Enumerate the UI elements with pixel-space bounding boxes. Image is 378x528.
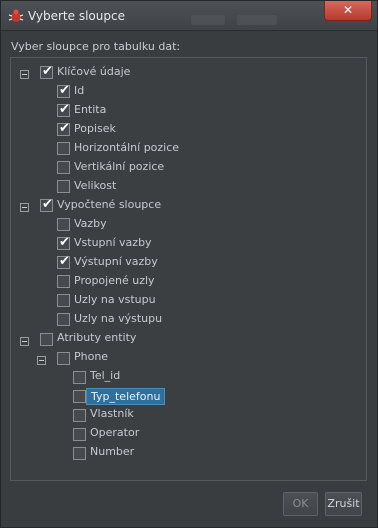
item-checkbox[interactable] bbox=[57, 120, 70, 138]
item-label: Popisek bbox=[74, 122, 116, 135]
selected-item-label[interactable]: Typ_telefonu bbox=[86, 388, 166, 405]
cancel-button[interactable]: Zrušit bbox=[325, 492, 362, 516]
item-label: Operator bbox=[90, 426, 140, 439]
item-label: Vstupní vazby bbox=[74, 236, 152, 249]
item-label: Uzly na výstupu bbox=[74, 312, 163, 325]
item-label: Tel_id bbox=[90, 369, 121, 382]
window-title: Vyberte sloupce bbox=[28, 9, 125, 23]
item-checkbox[interactable] bbox=[57, 294, 70, 307]
collapse-icon[interactable] bbox=[20, 337, 29, 346]
background-window-tab bbox=[237, 15, 277, 25]
group-label: Klíčové údaje bbox=[57, 65, 131, 78]
group-checkbox[interactable] bbox=[40, 333, 53, 346]
item-checkbox[interactable] bbox=[57, 313, 70, 326]
item-label: Vazby bbox=[74, 217, 107, 230]
item-checkbox[interactable] bbox=[57, 234, 70, 252]
item-checkbox[interactable] bbox=[57, 142, 70, 155]
item-checkbox[interactable] bbox=[73, 428, 86, 441]
bug-icon bbox=[8, 9, 24, 22]
item-checkbox[interactable] bbox=[57, 180, 70, 193]
instructions-label: Vyber sloupce pro tabulku dat: bbox=[11, 40, 181, 53]
item-checkbox[interactable] bbox=[57, 161, 70, 174]
title-bar[interactable]: Vyberte sloupce ✕ bbox=[1, 1, 377, 31]
item-checkbox[interactable] bbox=[57, 82, 70, 100]
item-label: Propojené uzly bbox=[74, 274, 155, 287]
item-label: Uzly na vstupu bbox=[74, 293, 156, 306]
item-label: Id bbox=[74, 84, 85, 97]
group-checkbox[interactable] bbox=[40, 196, 53, 214]
item-checkbox[interactable] bbox=[57, 253, 70, 271]
item-label: Horizontální pozice bbox=[74, 141, 180, 154]
collapse-icon[interactable] bbox=[37, 356, 46, 365]
item-label: Vlastník bbox=[90, 407, 134, 420]
ok-button[interactable]: OK bbox=[283, 492, 318, 516]
collapse-icon[interactable] bbox=[20, 70, 29, 79]
item-checkbox[interactable] bbox=[73, 371, 86, 384]
item-checkbox[interactable] bbox=[73, 409, 86, 422]
background-window-tab bbox=[191, 15, 225, 25]
group-checkbox[interactable] bbox=[40, 63, 53, 81]
item-checkbox[interactable] bbox=[73, 390, 86, 403]
item-checkbox[interactable] bbox=[73, 447, 86, 460]
close-button[interactable]: ✕ bbox=[324, 1, 372, 21]
group-label: Vypočtené sloupce bbox=[57, 198, 162, 211]
item-checkbox[interactable] bbox=[57, 218, 70, 231]
subgroup-label: Phone bbox=[74, 350, 109, 363]
item-label: Velikost bbox=[74, 179, 117, 192]
item-label: Výstupní vazby bbox=[74, 255, 158, 268]
item-label: Vertikální pozice bbox=[74, 160, 165, 173]
group-label: Atributy entity bbox=[57, 331, 137, 344]
item-checkbox[interactable] bbox=[57, 275, 70, 288]
collapse-icon[interactable] bbox=[20, 203, 29, 212]
item-label: Entita bbox=[74, 103, 107, 116]
dialog-window: Vyberte sloupce ✕ Vyber sloupce pro tabu… bbox=[0, 0, 378, 528]
item-label: Number bbox=[90, 445, 135, 458]
item-checkbox[interactable] bbox=[57, 101, 70, 119]
subgroup-checkbox[interactable] bbox=[57, 352, 70, 365]
columns-tree[interactable]: Klíčové údaje Id Entita Popisek Horizont… bbox=[10, 57, 367, 481]
